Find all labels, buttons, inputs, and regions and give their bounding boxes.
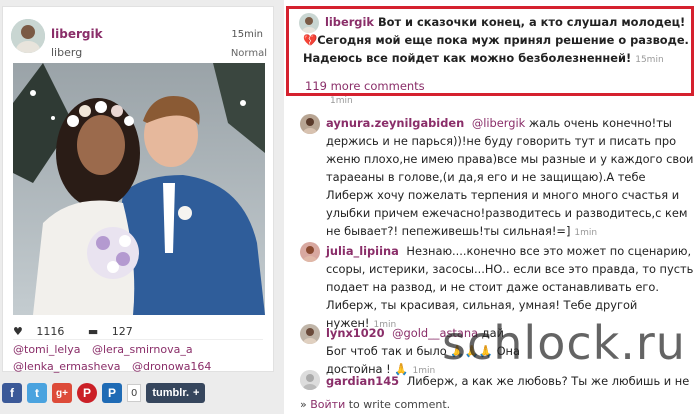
post-username[interactable]: libergik — [51, 27, 103, 41]
highlighted-comment-text-2: 💔Сегодня мой еще пока муж принял решение… — [303, 31, 691, 69]
comment-author[interactable]: aynura.zeynilgabiden — [326, 116, 464, 130]
highlighted-comment-text: libergik Вот и сказочки конец, а кто слуш… — [325, 13, 691, 31]
comment-avatar[interactable] — [300, 370, 320, 390]
user-avatar[interactable] — [11, 19, 45, 53]
post-photo[interactable] — [13, 63, 265, 315]
comment-time: 1min — [574, 228, 598, 238]
watermark: schlock.ru — [442, 316, 686, 370]
post-header: libergik liberg 15min Normal — [11, 15, 267, 61]
login-prompt: » Войти to write comment. — [300, 398, 450, 411]
plus-icon: + — [193, 387, 200, 399]
comment-author[interactable]: gardian145 — [326, 374, 399, 388]
post-tags: @tomi_lelya @lera_smirnova_a @lenka_erma… — [13, 341, 269, 375]
post-time: 15min — [231, 29, 263, 40]
comments-stat[interactable]: ▬ 127 — [88, 325, 143, 338]
comment-item: aynura.zeynilgabiden @libergik жаль очен… — [326, 114, 694, 242]
share-bar: f t g+ P P 0 tumblr. + — [2, 382, 206, 404]
share-count: 0 — [127, 384, 142, 402]
tag-link[interactable]: @lera_smirnova_a — [92, 343, 193, 356]
more-comments-link[interactable]: 119 more comments — [305, 79, 425, 93]
googleplus-icon[interactable]: g+ — [52, 383, 72, 403]
tag-link[interactable]: @dronowa164 — [132, 360, 211, 373]
comment-body-2: Сегодня мой еще пока муж принял решение … — [303, 33, 689, 65]
post-card: libergik liberg 15min Normal ♥ 1116 ▬ 12… — [2, 6, 274, 375]
comment-body: Либерж, а как же любовь? Ты же любишь и … — [406, 374, 690, 388]
card-divider — [13, 339, 263, 340]
comment-avatar[interactable] — [299, 13, 319, 33]
partial-comment-time: 1min — [330, 96, 353, 106]
login-rest: to write comment. — [345, 398, 451, 411]
comment-author[interactable]: lynx1020 — [326, 326, 385, 340]
p-share-icon[interactable]: P — [102, 383, 122, 403]
comment-body: жаль очень конечно!ты держись и не парьс… — [326, 116, 694, 238]
post-stats: ♥ 1116 ▬ 127 — [13, 325, 153, 338]
comment-icon: ▬ — [87, 325, 99, 338]
comment-time: 15min — [635, 55, 664, 65]
comments-count: 127 — [111, 325, 133, 338]
highlighted-comment: libergik Вот и сказочки конец, а кто слуш… — [286, 6, 694, 96]
comment-item: gardian145 Либерж, а как же любовь? Ты ж… — [326, 372, 694, 390]
post-subname: liberg — [51, 46, 83, 59]
tag-link[interactable]: @tomi_lelya — [13, 343, 80, 356]
comment-mention[interactable]: @libergik — [472, 116, 525, 130]
comment-author[interactable]: libergik — [325, 15, 374, 29]
chevron-right-icon: » — [300, 398, 307, 411]
comment-avatar[interactable] — [300, 114, 320, 134]
facebook-icon[interactable]: f — [2, 383, 22, 403]
post-filter: Normal — [230, 48, 267, 59]
heart-icon: ♥ — [13, 325, 23, 338]
likes-stat[interactable]: ♥ 1116 — [13, 325, 74, 338]
broken-heart-icon: 💔 — [303, 33, 318, 47]
pinterest-icon[interactable]: P — [77, 383, 97, 403]
comment-avatar[interactable] — [300, 242, 320, 262]
comment-body-1: Вот и сказочки конец, а кто слушал молод… — [377, 15, 686, 29]
likes-count: 1116 — [36, 325, 65, 338]
comment-author[interactable]: julia_lipiina — [326, 244, 399, 258]
tag-link[interactable]: @lenka_ermasheva — [13, 360, 121, 373]
twitter-icon[interactable]: t — [27, 383, 47, 403]
comment-avatar[interactable] — [300, 324, 320, 344]
tumblr-label: tumblr. — [152, 387, 190, 399]
tumblr-button[interactable]: tumblr. + — [146, 383, 206, 403]
login-link[interactable]: Войти — [310, 398, 345, 411]
